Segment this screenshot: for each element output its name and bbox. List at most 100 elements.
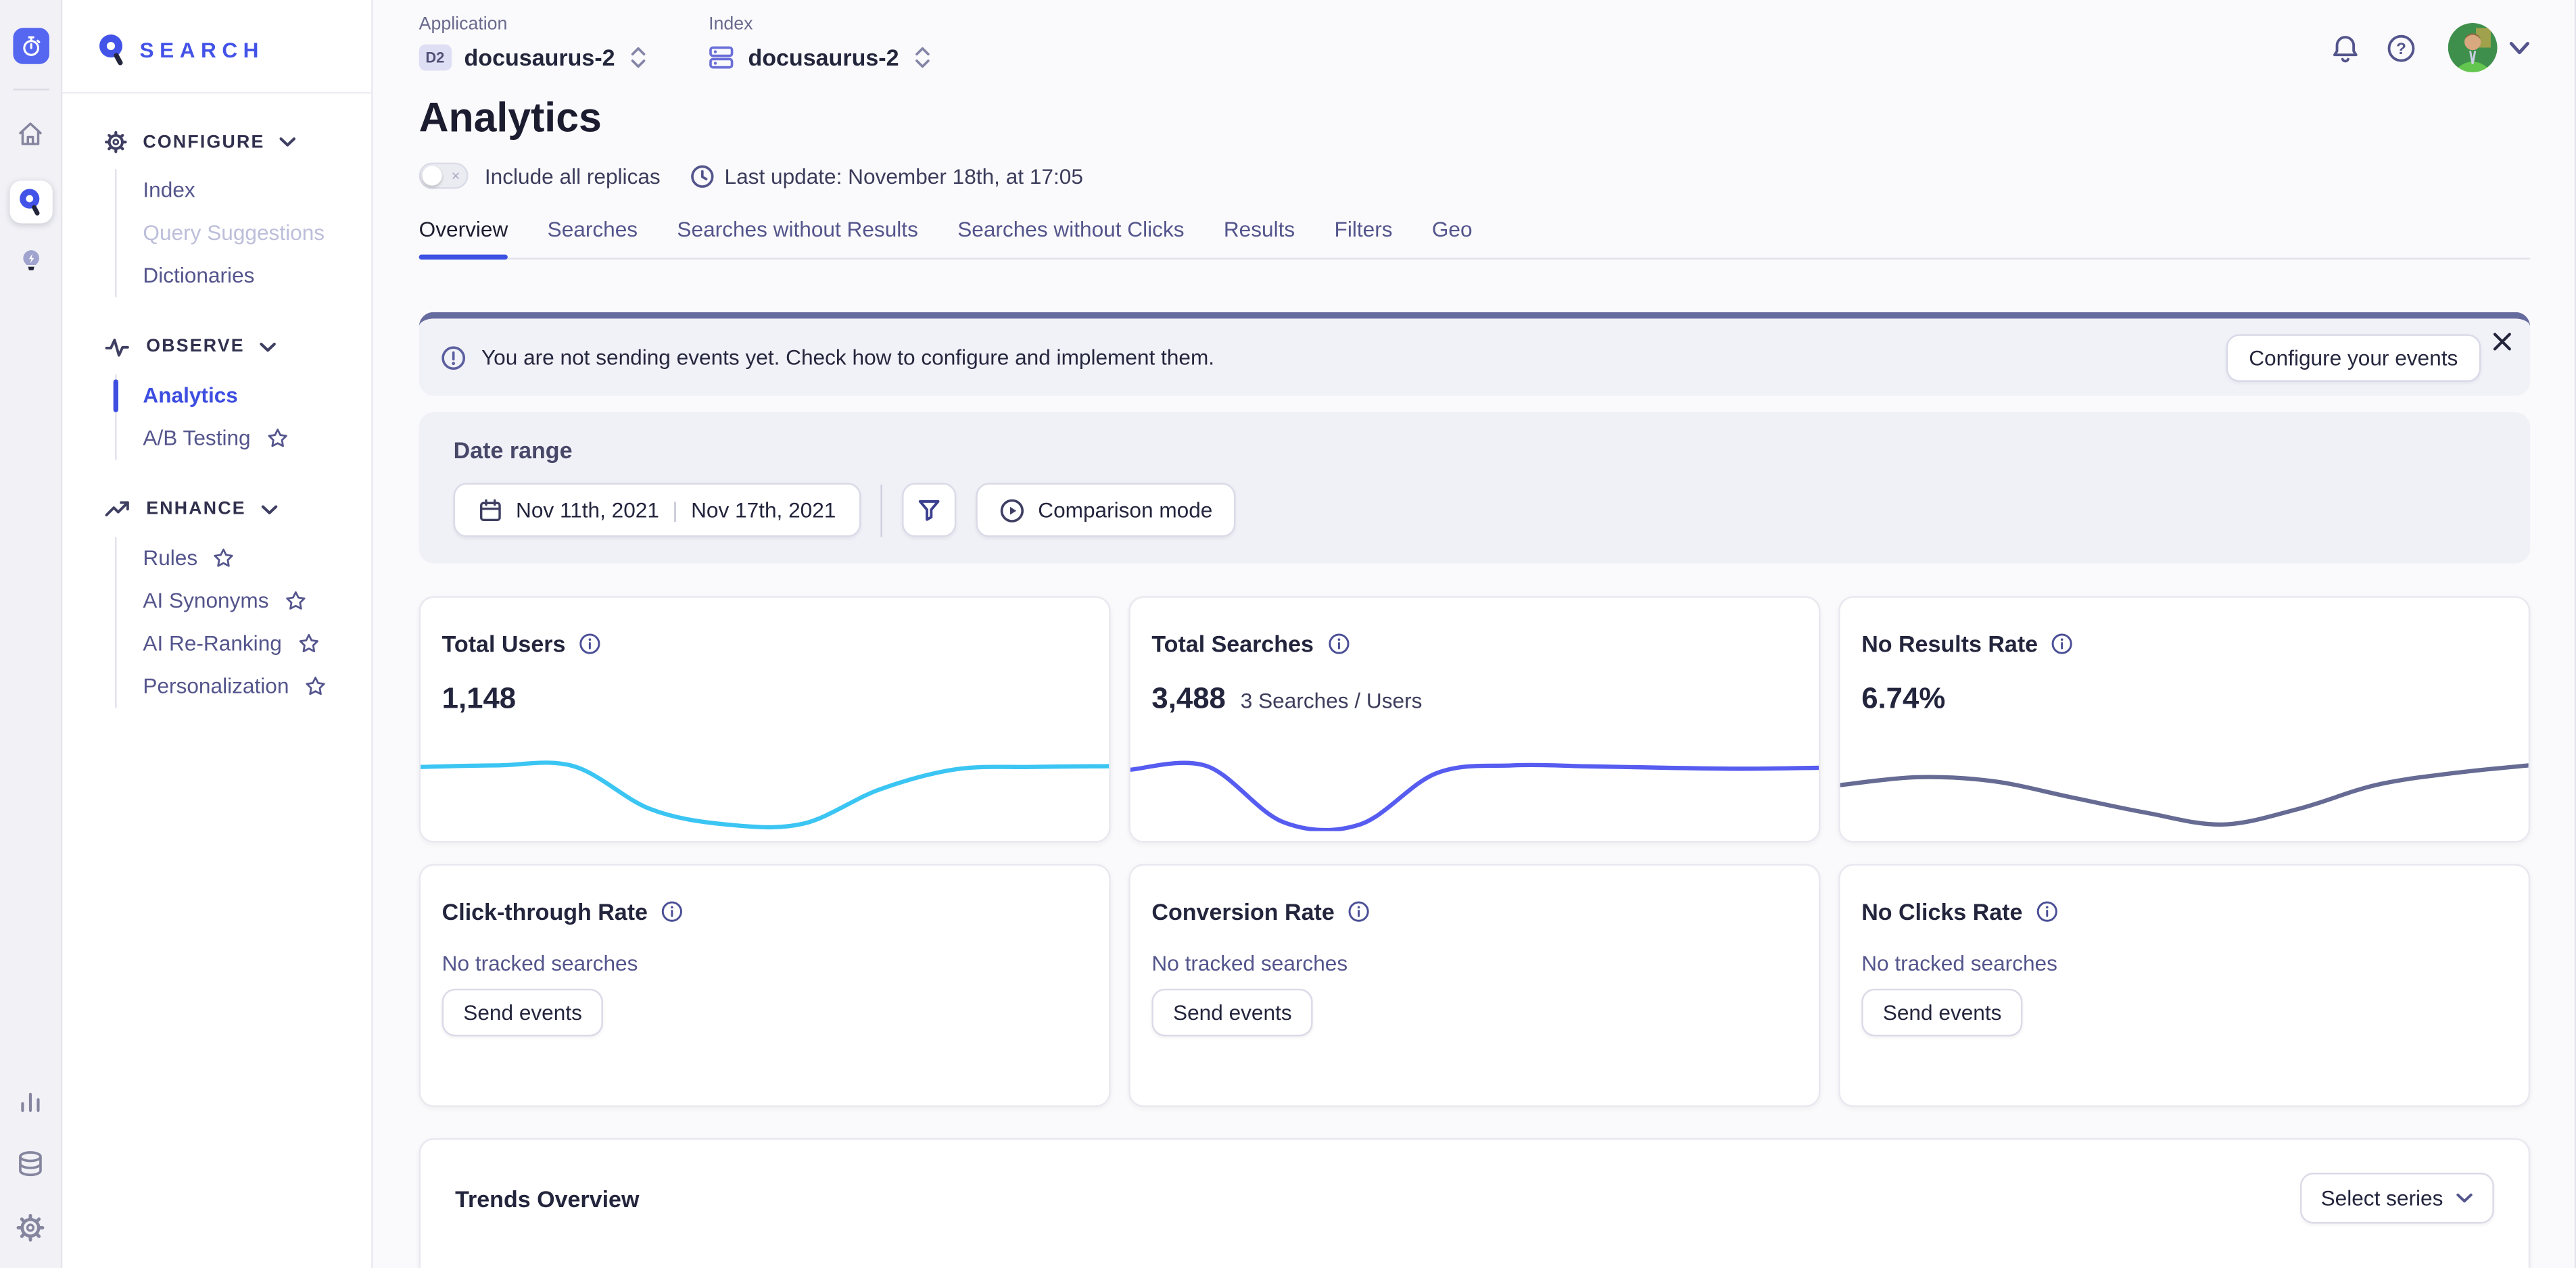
empty-state-text: No tracked searches — [442, 951, 1088, 975]
section-observe[interactable]: OBSERVE — [62, 332, 371, 362]
filter-icon[interactable] — [902, 483, 956, 537]
calendar-icon — [478, 497, 502, 522]
tab-geo[interactable]: Geo — [1432, 217, 1473, 241]
star-icon[interactable] — [304, 675, 327, 698]
controls-divider — [880, 484, 882, 537]
toggle-off-x-icon: × — [452, 166, 460, 185]
rail-divider — [12, 89, 48, 90]
sidebar-item-label: AI Synonyms — [143, 589, 268, 612]
section-configure[interactable]: CONFIGURE — [62, 128, 371, 156]
tab-label: Searches without Results — [677, 217, 917, 241]
send-events-button[interactable]: Send events — [1151, 989, 1313, 1036]
card-title: Total Searches — [1151, 631, 1314, 657]
tab-results[interactable]: Results — [1224, 217, 1295, 241]
selector-up-down-icon — [915, 46, 930, 69]
sidebar: SEARCH CONFIGURE — [62, 0, 373, 1268]
index-selector[interactable]: docusaurus-2 — [709, 45, 930, 71]
search-icon[interactable] — [9, 180, 51, 223]
sidebar-item-label: Personalization — [143, 675, 289, 698]
sidebar-item-ai-re-ranking[interactable]: AI Re-Ranking — [117, 623, 372, 665]
card-conversion-rate: Conversion Rate No tracked searches Send… — [1128, 864, 1820, 1107]
chevron-down-icon — [279, 137, 295, 148]
sidebar-item-personalization[interactable]: Personalization — [117, 665, 372, 708]
star-icon[interactable] — [283, 589, 306, 612]
sidebar-item-ai-synonyms[interactable]: AI Synonyms — [117, 580, 372, 623]
application-label: Application — [419, 15, 646, 34]
sidebar-item-ab-testing[interactable]: A/B Testing — [117, 417, 372, 460]
card-title: Total Users — [442, 631, 566, 657]
sidebar-item-rules[interactable]: Rules — [117, 537, 372, 580]
sidebar-item-dictionaries[interactable]: Dictionaries — [117, 255, 372, 297]
chevron-down-icon[interactable] — [2509, 41, 2531, 55]
tab-searches[interactable]: Searches — [548, 217, 638, 241]
sidebar-divider — [62, 92, 371, 93]
index-selector-group: Index docusaurus-2 — [709, 15, 930, 71]
info-icon[interactable] — [2051, 633, 2074, 656]
info-icon — [440, 344, 467, 370]
sidebar-item-query-suggestions[interactable]: Query Suggestions — [117, 212, 372, 254]
info-icon[interactable] — [579, 633, 602, 656]
nav-section-enhance: ENHANCE Rules AI Synonyms AI Re-Ranking — [62, 494, 371, 708]
empty-state-text: No tracked searches — [1861, 951, 2507, 975]
index-icon — [709, 45, 735, 71]
tab-overview[interactable]: Overview — [419, 217, 508, 241]
info-icon[interactable] — [1327, 633, 1350, 656]
home-icon[interactable] — [9, 112, 51, 154]
star-icon[interactable] — [212, 547, 235, 570]
comparison-mode-button[interactable]: Comparison mode — [976, 483, 1235, 537]
button-label: Configure your events — [2249, 345, 2458, 369]
metrics-row-2: Click-through Rate No tracked searches S… — [419, 864, 2531, 1107]
avatar[interactable] — [2448, 23, 2498, 72]
star-icon[interactable] — [266, 427, 289, 450]
stopwatch-icon[interactable] — [12, 28, 48, 64]
main-content: Application D2 docusaurus-2 Index — [373, 0, 2576, 1268]
settings-gear-icon[interactable] — [9, 1206, 51, 1248]
tab-searches-without-results[interactable]: Searches without Results — [677, 217, 917, 241]
database-icon[interactable] — [9, 1142, 51, 1184]
date-range-button[interactable]: Nov 11th, 2021 | Nov 17th, 2021 — [454, 483, 861, 537]
sidebar-item-index[interactable]: Index — [117, 169, 372, 212]
analytics-tabs: Overview Searches Searches without Resul… — [419, 217, 2531, 260]
info-icon[interactable] — [2036, 900, 2059, 923]
send-events-button[interactable]: Send events — [442, 989, 604, 1036]
card-title: Click-through Rate — [442, 898, 648, 925]
send-events-button[interactable]: Send events — [1861, 989, 2023, 1036]
include-replicas-toggle[interactable]: × — [419, 163, 469, 189]
application-badge: D2 — [419, 45, 451, 71]
section-label: OBSERVE — [146, 337, 245, 356]
rail-bottom — [9, 1077, 51, 1248]
clock-icon — [690, 164, 714, 188]
star-icon[interactable] — [297, 633, 320, 656]
tab-label: Overview — [419, 217, 508, 241]
application-selector[interactable]: D2 docusaurus-2 — [419, 45, 646, 71]
section-label: CONFIGURE — [143, 132, 264, 152]
help-icon[interactable]: ? — [2385, 32, 2416, 63]
app-rail — [0, 0, 62, 1268]
info-icon[interactable] — [1347, 900, 1370, 923]
button-label: Send events — [1883, 1000, 2002, 1025]
button-label: Select series — [2321, 1186, 2443, 1210]
selector-up-down-icon — [631, 46, 646, 69]
configure-events-button[interactable]: Configure your events — [2226, 333, 2481, 381]
logo-text: SEARCH — [140, 37, 264, 62]
date-range-controls: Nov 11th, 2021 | Nov 17th, 2021 Comparis… — [454, 483, 2496, 537]
sidebar-item-label: Rules — [143, 547, 197, 570]
total-users-sparkline — [421, 759, 1109, 831]
tab-filters[interactable]: Filters — [1335, 217, 1393, 241]
bell-icon[interactable] — [2330, 32, 2361, 63]
bar-chart-icon[interactable] — [9, 1077, 51, 1120]
section-enhance[interactable]: ENHANCE — [62, 494, 371, 524]
info-icon[interactable] — [661, 900, 684, 923]
close-icon[interactable] — [2489, 328, 2515, 355]
lightbulb-icon[interactable] — [9, 240, 51, 283]
chevron-down-icon — [261, 504, 277, 515]
sidebar-item-analytics[interactable]: Analytics — [117, 374, 372, 417]
nav-section-observe: OBSERVE Analytics A/B Testing — [62, 332, 371, 460]
last-update: Last update: November 18th, at 17:05 — [690, 164, 1082, 188]
card-no-clicks-rate: No Clicks Rate No tracked searches Send … — [1838, 864, 2530, 1107]
metric-note: 3 Searches / Users — [1241, 688, 1423, 712]
select-series-button[interactable]: Select series — [2299, 1173, 2494, 1223]
sidebar-item-label: A/B Testing — [143, 427, 250, 450]
tab-searches-without-clicks[interactable]: Searches without Clicks — [957, 217, 1184, 241]
product-logo[interactable]: SEARCH — [62, 0, 371, 66]
